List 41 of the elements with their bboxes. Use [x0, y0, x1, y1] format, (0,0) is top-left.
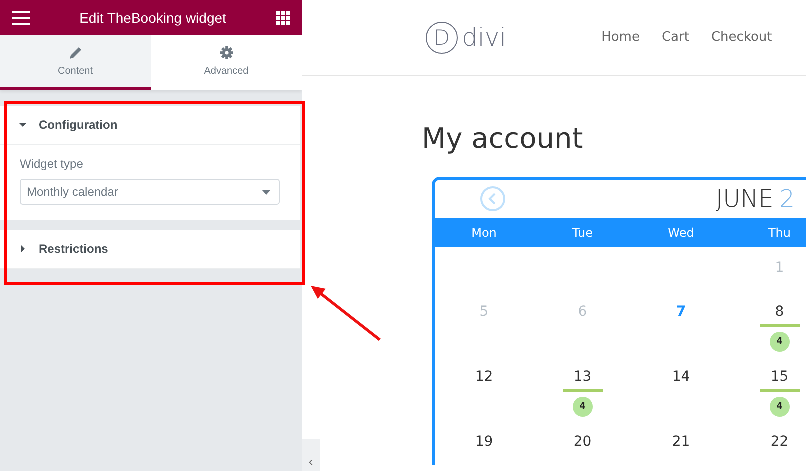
- nav-link[interactable]: Cart: [662, 30, 690, 45]
- weekday-label: Thu: [767, 226, 792, 240]
- weekday-label: Wed: [667, 226, 696, 240]
- caret-down-icon: [262, 190, 271, 194]
- booking-bar: [760, 389, 800, 392]
- logo-letter: D: [426, 22, 458, 54]
- field-label: Widget type: [20, 157, 84, 171]
- page-title: My account: [422, 121, 584, 157]
- booking-bar: [760, 324, 800, 327]
- editor-title: Edit TheBooking widget: [80, 10, 226, 26]
- nav-link[interactable]: Home: [602, 30, 640, 45]
- month-title: JUNE: [716, 185, 774, 213]
- collapse-panel-button[interactable]: ‹: [302, 439, 320, 471]
- menu-icon[interactable]: [12, 10, 30, 24]
- widget-type-select[interactable]: Monthly calendar: [20, 179, 280, 205]
- day-number[interactable]: 22: [770, 433, 789, 451]
- day-number[interactable]: 21: [672, 433, 690, 451]
- day-number[interactable]: 14: [672, 368, 690, 386]
- weekday-label: Mon: [470, 226, 498, 240]
- day-number[interactable]: 20: [574, 433, 592, 451]
- day-number[interactable]: 8: [775, 303, 784, 321]
- day-number[interactable]: 12: [475, 368, 494, 386]
- booking-count[interactable]: 4: [572, 397, 593, 417]
- panel-tab[interactable]: Content: [0, 35, 151, 90]
- year-text: 2: [780, 185, 796, 213]
- logo-text: divi: [462, 23, 507, 52]
- day-number[interactable]: 13: [574, 368, 592, 386]
- caret-down-icon: [19, 121, 27, 129]
- day-number[interactable]: 19: [475, 433, 494, 451]
- panel-tab[interactable]: Advanced: [151, 35, 302, 90]
- nav-link[interactable]: Checkout: [711, 30, 772, 45]
- gear-icon: [220, 46, 234, 60]
- annotation-arrow: [311, 286, 381, 342]
- caret-right-icon: [19, 245, 27, 253]
- day-number[interactable]: 15: [770, 368, 789, 386]
- booking-bar: [562, 389, 603, 392]
- booking-count[interactable]: 4: [770, 397, 790, 417]
- pencil-icon: [68, 46, 82, 60]
- apps-grid-icon[interactable]: [276, 10, 290, 24]
- weekday-label: Tue: [572, 226, 594, 240]
- booking-count[interactable]: 4: [770, 332, 790, 352]
